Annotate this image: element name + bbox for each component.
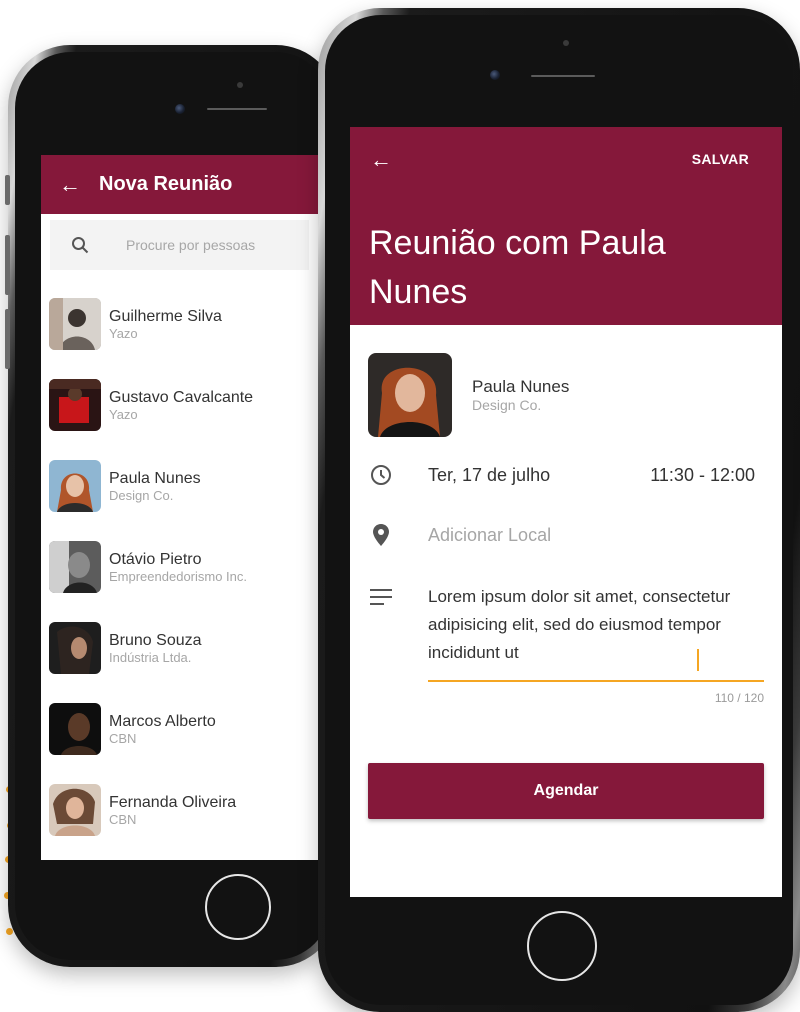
- contact-org: Design Co.: [109, 487, 174, 503]
- contact-org: Empreendedorismo Inc.: [109, 568, 248, 584]
- avatar: [49, 298, 101, 350]
- contact-name: Otávio Pietro: [109, 550, 202, 568]
- app-bar: ← SALVAR Reunião com Paula Nunes: [350, 127, 782, 325]
- save-button[interactable]: SALVAR: [692, 151, 749, 167]
- clock-icon: [368, 464, 394, 486]
- meeting-title: Reunião com Paula Nunes: [369, 224, 666, 311]
- contact-org: CBN: [109, 730, 137, 746]
- contact-org: Yazo: [109, 325, 138, 341]
- contact-org: CBN: [109, 811, 137, 827]
- phone-left: ← Nova Reunião Guilherme Silva Yazo: [5, 45, 338, 967]
- sensor: [563, 40, 569, 46]
- phone-right: ← SALVAR Reunião com Paula Nunes Paula N…: [318, 8, 800, 1012]
- avatar: [49, 622, 101, 674]
- contact-name: Marcos Alberto: [109, 712, 216, 730]
- contact-name: Guilherme Silva: [109, 307, 222, 325]
- attendee-org: Design Co.: [472, 396, 542, 413]
- contact-item[interactable]: Paula Nunes Design Co.: [49, 460, 318, 512]
- back-arrow-icon[interactable]: ←: [370, 147, 392, 173]
- datetime-row[interactable]: Ter, 17 de julho 11:30 - 12:00: [368, 464, 758, 486]
- description-underline: [428, 680, 764, 682]
- side-button: [5, 175, 10, 205]
- search-icon: [50, 236, 110, 254]
- avatar: [49, 541, 101, 593]
- back-arrow-icon[interactable]: ←: [41, 172, 99, 198]
- contact-name: Bruno Souza: [109, 631, 202, 649]
- schedule-button[interactable]: Agendar: [368, 763, 764, 819]
- attendee-name: Paula Nunes: [472, 376, 570, 396]
- side-button: [5, 235, 10, 295]
- home-button: [205, 874, 271, 940]
- front-camera: [175, 104, 185, 114]
- char-counter: 110 / 120: [714, 691, 764, 705]
- earpiece: [207, 108, 267, 110]
- attendee: Paula Nunes Design Co.: [368, 353, 569, 437]
- description-row[interactable]: Lorem ipsum dolor sit amet, consectetur …: [368, 583, 748, 667]
- meeting-time[interactable]: 11:30 - 12:00: [650, 465, 755, 486]
- contact-name: Fernanda Oliveira: [109, 793, 237, 811]
- contact-item[interactable]: Guilherme Silva Yazo: [49, 298, 318, 350]
- avatar: [49, 784, 101, 836]
- meeting-date[interactable]: Ter, 17 de julho: [428, 465, 550, 486]
- contact-item[interactable]: Bruno Souza Indústria Ltda.: [49, 622, 318, 674]
- avatar: [49, 379, 101, 431]
- avatar: [49, 703, 101, 755]
- contact-name: Gustavo Cavalcante: [109, 388, 254, 406]
- contact-item[interactable]: Fernanda Oliveira CBN: [49, 784, 318, 836]
- app-bar: ← Nova Reunião: [41, 155, 318, 214]
- notes-icon: [368, 583, 394, 605]
- avatar: [49, 460, 101, 512]
- contact-item[interactable]: Gustavo Cavalcante Yazo: [49, 379, 318, 431]
- search-input[interactable]: [110, 236, 288, 254]
- location-row[interactable]: Adicionar Local: [368, 524, 551, 546]
- avatar: [368, 353, 452, 437]
- location-pin-icon: [368, 524, 394, 546]
- earpiece: [531, 75, 595, 77]
- sensor: [237, 82, 243, 88]
- front-camera: [490, 70, 500, 80]
- location-field[interactable]: Adicionar Local: [428, 525, 551, 546]
- contact-item[interactable]: Otávio Pietro Empreendedorismo Inc.: [49, 541, 318, 593]
- contact-name: Paula Nunes: [109, 469, 201, 487]
- contact-org: Yazo: [109, 406, 138, 422]
- description-input[interactable]: Lorem ipsum dolor sit amet, consectetur …: [428, 583, 748, 667]
- screen-new-meeting: ← Nova Reunião Guilherme Silva Yazo: [41, 155, 318, 860]
- screen-meeting-details: ← SALVAR Reunião com Paula Nunes Paula N…: [350, 127, 782, 897]
- page-title: Nova Reunião: [99, 173, 233, 195]
- contact-org: Indústria Ltda.: [109, 649, 192, 665]
- text-caret: [697, 649, 699, 671]
- home-button: [527, 911, 597, 981]
- contact-item[interactable]: Marcos Alberto CBN: [49, 703, 318, 755]
- search-bar[interactable]: [50, 220, 309, 270]
- side-button: [5, 309, 10, 369]
